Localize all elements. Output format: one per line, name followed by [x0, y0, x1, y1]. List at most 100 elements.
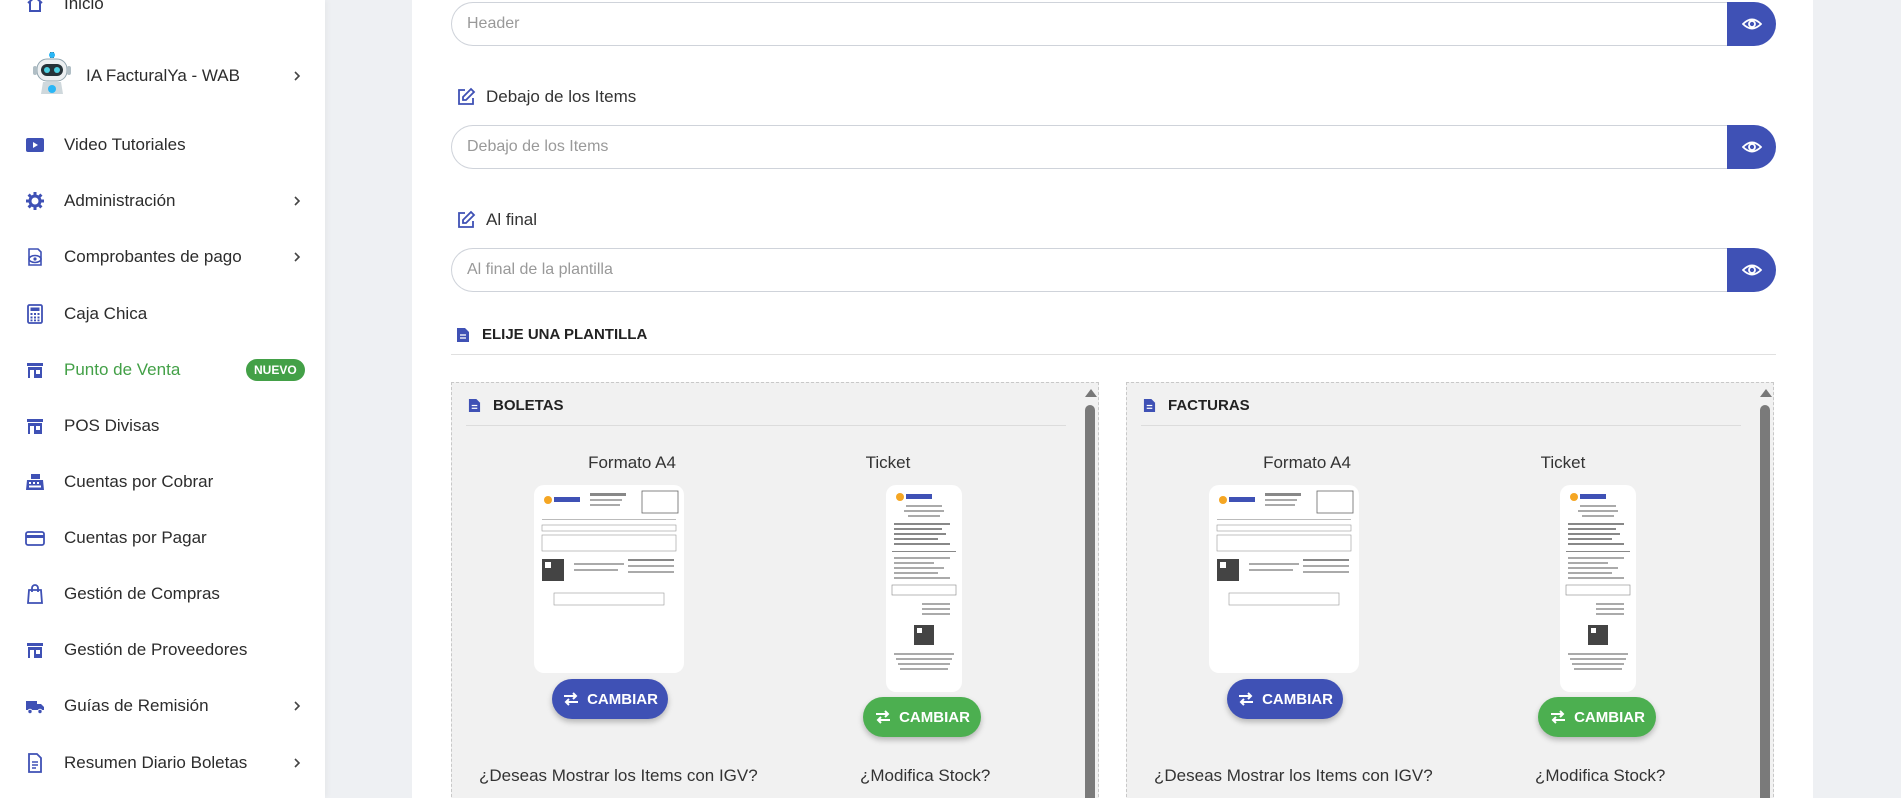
chevron-right-icon: [294, 758, 301, 768]
store-icon: [24, 415, 46, 437]
show-items-igv-question: ¿Deseas Mostrar los Items con IGV?: [1154, 766, 1433, 785]
facturas-ticket-change-button[interactable]: CAMBIAR: [1538, 697, 1656, 737]
sidebar-item-label: Punto de Venta: [64, 360, 181, 379]
header-field-group: [451, 2, 1776, 46]
sidebar-item-label: Gestión de Compras: [64, 584, 220, 603]
sidebar: Inicio IA FacturalYa - WAB Video Tutoria…: [0, 0, 325, 798]
sidebar-item-pos-divisas[interactable]: POS Divisas: [0, 406, 325, 446]
edit-icon: [458, 210, 476, 228]
sidebar-item-label: Guías de Remisión: [64, 696, 209, 715]
a4-preview-image: [1216, 490, 1354, 606]
sidebar-item-label: Comprobantes de pago: [64, 247, 242, 266]
gear-icon: [24, 190, 46, 212]
swap-icon: [876, 710, 891, 724]
end-section-label-text: Al final: [486, 210, 538, 229]
eye-icon: [1741, 264, 1762, 276]
ticket-preview-image: [1565, 493, 1631, 670]
show-items-igv-question: ¿Deseas Mostrar los Items con IGV?: [479, 766, 758, 785]
end-field-group: [451, 248, 1776, 292]
button-label: CAMBIAR: [1574, 708, 1645, 726]
ticket-template-preview[interactable]: [1560, 485, 1636, 692]
sidebar-item-resumen-diario[interactable]: Resumen Diario Boletas: [0, 743, 325, 783]
sidebar-item-comprobantes[interactable]: Comprobantes de pago: [0, 237, 325, 277]
a4-preview-image: [541, 490, 679, 606]
sidebar-item-cuentas-por-cobrar[interactable]: Cuentas por Cobrar: [0, 462, 325, 502]
swap-icon: [1239, 692, 1254, 706]
scroll-up-arrow-icon[interactable]: [1760, 389, 1772, 397]
ticket-preview-image: [891, 493, 957, 670]
panel-scrollbar[interactable]: [1082, 383, 1098, 798]
eye-receipt-icon: [24, 246, 46, 268]
sidebar-item-label: POS Divisas: [64, 416, 160, 435]
scroll-thumb[interactable]: [1085, 405, 1095, 798]
panel-scrollbar[interactable]: [1757, 383, 1773, 798]
sidebar-item-inicio[interactable]: Inicio: [0, 0, 325, 24]
sidebar-item-video-tutoriales[interactable]: Video Tutoriales: [0, 125, 325, 165]
items-section-label-text: Debajo de los Items: [486, 87, 637, 106]
sidebar-item-administracion[interactable]: Administración: [0, 181, 325, 221]
header-input[interactable]: [451, 2, 1728, 46]
end-input[interactable]: [451, 248, 1728, 292]
eye-icon: [1741, 141, 1762, 153]
truck-icon: [24, 695, 46, 717]
choose-template-heading-text: ELIJE UNA PLANTILLA: [482, 326, 648, 343]
cash-register-icon: [24, 471, 46, 493]
sidebar-item-ia-facturalya[interactable]: IA FacturalYa - WAB: [0, 52, 325, 100]
home-icon: [24, 0, 46, 15]
scroll-up-arrow-icon[interactable]: [1085, 389, 1097, 397]
sidebar-item-cuentas-por-pagar[interactable]: Cuentas por Pagar: [0, 518, 325, 558]
sidebar-item-punto-de-venta[interactable]: Punto de Venta NUEVO: [0, 350, 325, 390]
panel-title: BOLETAS: [468, 397, 564, 414]
scroll-thumb[interactable]: [1760, 405, 1770, 798]
modify-stock-question: ¿Modifica Stock?: [1535, 766, 1666, 785]
boletas-a4-change-button[interactable]: CAMBIAR: [552, 679, 668, 719]
sidebar-item-label: IA FacturalYa - WAB: [86, 66, 240, 85]
divider: [451, 354, 1776, 355]
document-icon: [1143, 399, 1156, 412]
credit-card-icon: [24, 527, 46, 549]
items-field-group: [451, 125, 1776, 169]
choose-template-heading: ELIJE UNA PLANTILLA: [456, 326, 647, 343]
a4-template-preview[interactable]: [534, 485, 684, 673]
sidebar-item-caja-chica[interactable]: Caja Chica: [0, 294, 325, 334]
facturas-panel: FACTURAS Formato A4 CAMBIAR Ticket CAMBI…: [1126, 382, 1774, 798]
chevron-right-icon: [294, 71, 301, 81]
ticket-format-label: Ticket: [865, 453, 911, 472]
document-icon: [24, 752, 46, 774]
shopping-bag-icon: [24, 583, 46, 605]
sidebar-item-gestion-compras[interactable]: Gestión de Compras: [0, 574, 325, 614]
items-section-label: Debajo de los Items: [456, 87, 636, 107]
ticket-format-label: Ticket: [1540, 453, 1586, 472]
edit-icon: [458, 87, 476, 105]
modify-stock-question: ¿Modifica Stock?: [860, 766, 991, 785]
sidebar-item-gestion-proveedores[interactable]: Gestión de Proveedores: [0, 630, 325, 670]
sidebar-item-label: Caja Chica: [64, 304, 148, 323]
eye-icon: [1741, 18, 1762, 30]
button-label: CAMBIAR: [1262, 690, 1333, 708]
a4-format-label: Formato A4: [1263, 453, 1351, 472]
preview-header-button[interactable]: [1727, 2, 1776, 46]
preview-end-button[interactable]: [1727, 248, 1776, 292]
a4-format-label: Formato A4: [588, 453, 676, 472]
panel-title-text: FACTURAS: [1168, 397, 1250, 414]
button-label: CAMBIAR: [899, 708, 970, 726]
sidebar-item-label: Administración: [64, 191, 176, 210]
panel-divider: [466, 425, 1066, 426]
facturas-a4-change-button[interactable]: CAMBIAR: [1227, 679, 1343, 719]
button-label: CAMBIAR: [587, 690, 658, 708]
items-input[interactable]: [451, 125, 1728, 169]
ticket-template-preview[interactable]: [886, 485, 962, 692]
video-icon: [24, 134, 46, 156]
sidebar-item-label: Gestión de Proveedores: [64, 640, 248, 659]
sidebar-item-label: Resumen Diario Boletas: [64, 753, 248, 772]
sidebar-item-label: Video Tutoriales: [64, 135, 186, 154]
panel-title: FACTURAS: [1143, 397, 1250, 414]
new-badge: NUEVO: [246, 359, 305, 381]
preview-items-button[interactable]: [1727, 125, 1776, 169]
a4-template-preview[interactable]: [1209, 485, 1359, 673]
store-icon: [24, 359, 46, 381]
sidebar-item-guias-remision[interactable]: Guías de Remisión: [0, 686, 325, 726]
boletas-ticket-change-button[interactable]: CAMBIAR: [863, 697, 981, 737]
sidebar-item-label: Cuentas por Cobrar: [64, 472, 214, 491]
document-icon: [457, 327, 469, 342]
